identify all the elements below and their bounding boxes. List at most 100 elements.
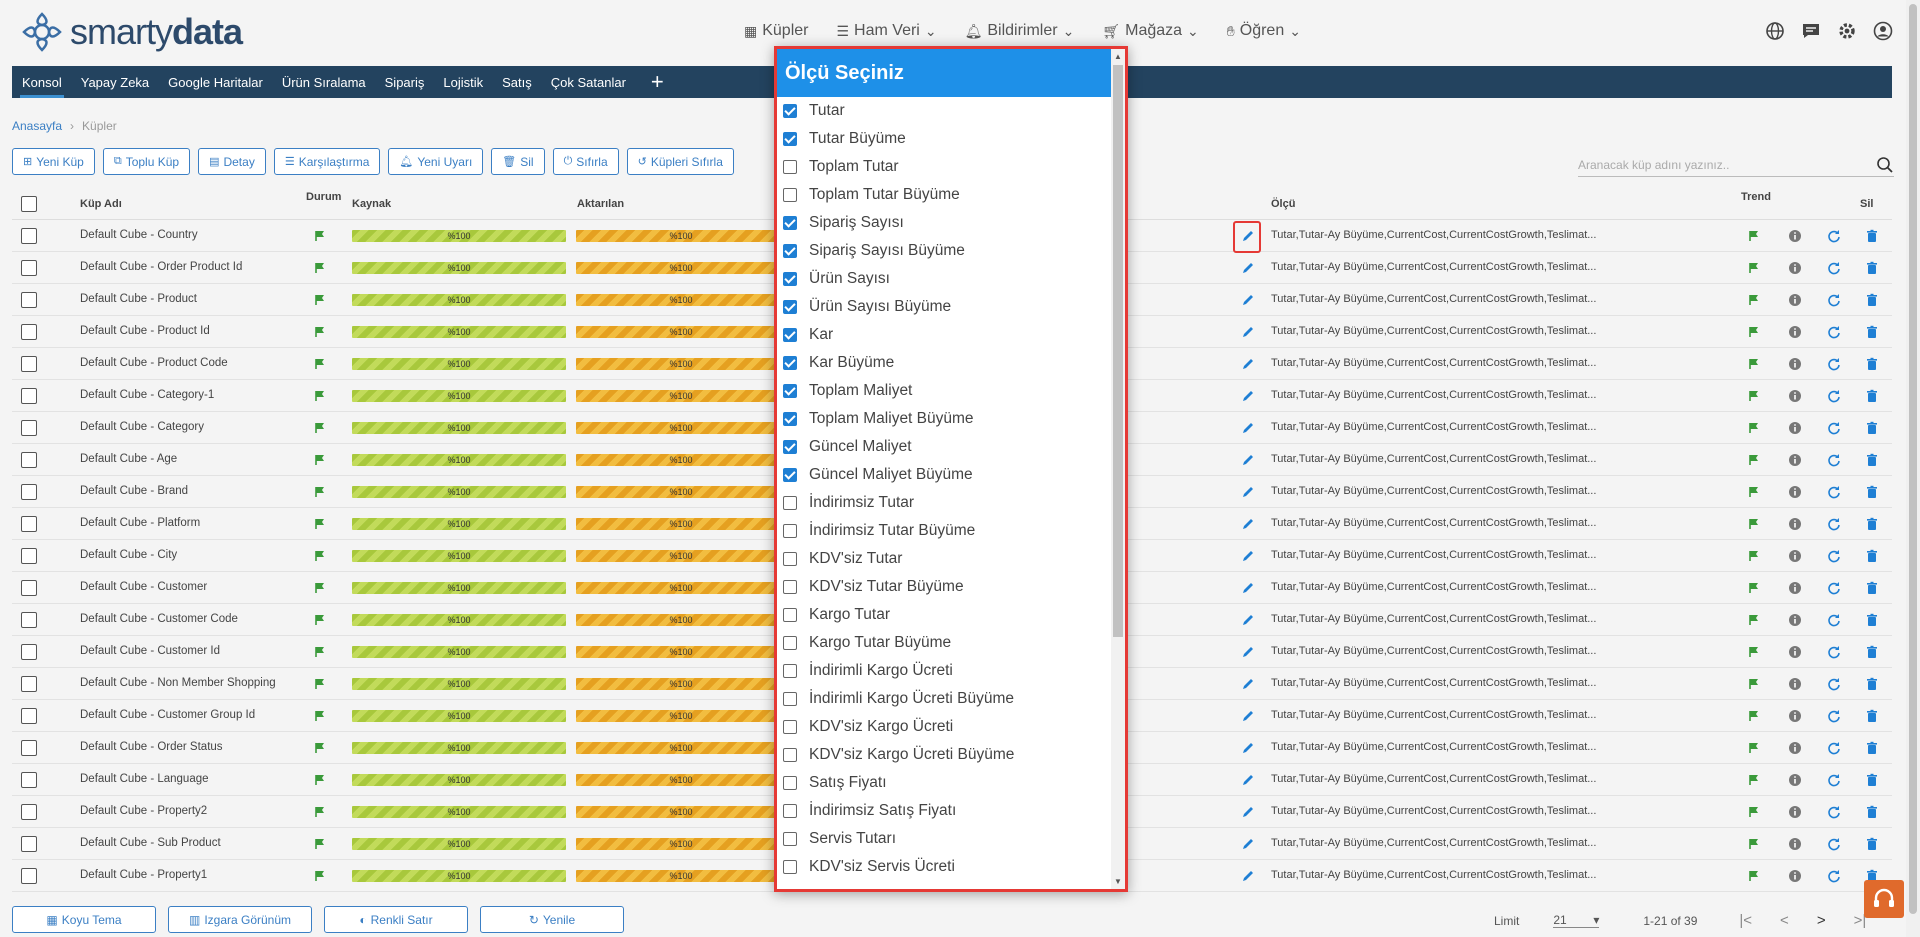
measure-option[interactable]: İndirimsiz Tutar <box>777 489 1111 517</box>
measure-checkbox[interactable] <box>783 748 797 762</box>
trend-flag-icon[interactable] <box>1748 390 1760 402</box>
measure-checkbox[interactable] <box>783 580 797 594</box>
trend-flag-icon[interactable] <box>1748 326 1760 338</box>
info-icon[interactable] <box>1788 549 1802 563</box>
trash-icon[interactable] <box>1865 517 1879 531</box>
edit-pencil-icon[interactable] <box>1241 581 1255 595</box>
measure-checkbox[interactable] <box>783 188 797 202</box>
trash-icon[interactable] <box>1865 325 1879 339</box>
sync-icon[interactable] <box>1827 357 1841 371</box>
trend-flag-icon[interactable] <box>1748 614 1760 626</box>
row-checkbox[interactable] <box>21 676 37 692</box>
info-icon[interactable] <box>1788 357 1802 371</box>
sync-icon[interactable] <box>1827 325 1841 339</box>
measure-option[interactable]: İndirimsiz Satış Fiyatı <box>777 797 1111 825</box>
nav-ogren[interactable]: ✋︎ Öğren ⌄ <box>1227 22 1301 40</box>
row-checkbox[interactable] <box>21 740 37 756</box>
measure-option[interactable]: Sipariş Sayısı <box>777 209 1111 237</box>
trash-icon[interactable] <box>1865 709 1879 723</box>
trash-icon[interactable] <box>1865 645 1879 659</box>
sync-icon[interactable] <box>1827 869 1841 883</box>
measure-checkbox[interactable] <box>783 832 797 846</box>
row-checkbox[interactable] <box>21 580 37 596</box>
row-checkbox[interactable] <box>21 644 37 660</box>
info-icon[interactable] <box>1788 293 1802 307</box>
measure-checkbox[interactable] <box>783 160 797 174</box>
measure-option[interactable]: Kargo Tutar <box>777 601 1111 629</box>
trash-icon[interactable] <box>1865 805 1879 819</box>
nav-magaza[interactable]: 🛒︎ Mağaza ⌄ <box>1102 22 1198 40</box>
info-icon[interactable] <box>1788 453 1802 467</box>
measure-checkbox[interactable] <box>783 692 797 706</box>
trend-flag-icon[interactable] <box>1748 710 1760 722</box>
measure-option[interactable]: Kar <box>777 321 1111 349</box>
breadcrumb-home[interactable]: Anasayfa <box>12 119 62 133</box>
info-icon[interactable] <box>1788 773 1802 787</box>
trend-flag-icon[interactable] <box>1748 838 1760 850</box>
sync-icon[interactable] <box>1827 613 1841 627</box>
measure-option[interactable]: Satış Fiyatı <box>777 769 1111 797</box>
info-icon[interactable] <box>1788 805 1802 819</box>
gear-icon[interactable] <box>1836 20 1858 42</box>
sync-icon[interactable] <box>1827 229 1841 243</box>
next-page-icon[interactable]: > <box>1817 912 1826 929</box>
measure-option[interactable]: Kargo Tutar Büyüme <box>777 629 1111 657</box>
measure-option[interactable]: Toplam Maliyet Büyüme <box>777 405 1111 433</box>
info-icon[interactable] <box>1788 421 1802 435</box>
row-checkbox[interactable] <box>21 452 37 468</box>
row-checkbox[interactable] <box>21 612 37 628</box>
cube-search[interactable]: Aranacak küp adını yazınız.. <box>1578 153 1894 177</box>
measure-option[interactable]: Kar Büyüme <box>777 349 1111 377</box>
trash-icon[interactable] <box>1865 389 1879 403</box>
dialog-scrollbar[interactable]: ▲ ▼ <box>1111 49 1125 889</box>
bulk-cube-button[interactable]: ⧉ Toplu Küp <box>102 148 191 175</box>
measure-checkbox[interactable] <box>783 608 797 622</box>
trash-icon[interactable] <box>1865 613 1879 627</box>
measure-checkbox[interactable] <box>783 552 797 566</box>
sync-icon[interactable] <box>1827 581 1841 595</box>
scroll-up-icon[interactable]: ▲ <box>1114 52 1122 61</box>
edit-pencil-icon[interactable] <box>1241 837 1255 851</box>
info-icon[interactable] <box>1788 645 1802 659</box>
info-icon[interactable] <box>1788 677 1802 691</box>
measure-checkbox[interactable] <box>783 524 797 538</box>
dark-theme-button[interactable]: ▦ Koyu Tema <box>12 906 156 933</box>
measure-checkbox[interactable] <box>783 216 797 230</box>
info-icon[interactable] <box>1788 581 1802 595</box>
sync-icon[interactable] <box>1827 453 1841 467</box>
info-icon[interactable] <box>1788 741 1802 755</box>
measure-option[interactable]: Tutar <box>777 97 1111 125</box>
measure-checkbox[interactable] <box>783 412 797 426</box>
support-chat-button[interactable] <box>1864 880 1904 918</box>
row-checkbox[interactable] <box>21 836 37 852</box>
measure-option[interactable]: İndirimsiz Tutar Büyüme <box>777 517 1111 545</box>
trash-icon[interactable] <box>1865 453 1879 467</box>
row-checkbox[interactable] <box>21 324 37 340</box>
trash-icon[interactable] <box>1865 421 1879 435</box>
sync-icon[interactable] <box>1827 741 1841 755</box>
tab-urun-siralama[interactable]: Ürün Sıralama <box>282 71 366 94</box>
trash-icon[interactable] <box>1865 741 1879 755</box>
first-page-icon[interactable]: |< <box>1739 912 1752 929</box>
measure-option[interactable]: Sipariş Sayısı Büyüme <box>777 237 1111 265</box>
globe-icon[interactable] <box>1764 20 1786 42</box>
row-checkbox[interactable] <box>21 228 37 244</box>
measure-checkbox[interactable] <box>783 440 797 454</box>
select-all-checkbox[interactable] <box>21 196 37 212</box>
row-checkbox[interactable] <box>21 356 37 372</box>
trash-icon[interactable] <box>1865 677 1879 691</box>
sync-icon[interactable] <box>1827 709 1841 723</box>
new-alert-button[interactable]: 🔔︎ Yeni Uyarı <box>388 148 484 175</box>
compare-button[interactable]: ☰ Karşılaştırma <box>273 148 381 175</box>
search-input[interactable]: Aranacak küp adını yazınız.. <box>1578 158 1876 172</box>
trend-flag-icon[interactable] <box>1748 646 1760 658</box>
sync-icon[interactable] <box>1827 261 1841 275</box>
row-checkbox[interactable] <box>21 548 37 564</box>
search-icon[interactable] <box>1876 156 1894 174</box>
info-icon[interactable] <box>1788 709 1802 723</box>
measure-option[interactable]: İndirimli Kargo Ücreti Büyüme <box>777 685 1111 713</box>
tab-cok-satanlar[interactable]: Çok Satanlar <box>551 71 626 94</box>
sync-icon[interactable] <box>1827 805 1841 819</box>
edit-pencil-icon[interactable] <box>1241 453 1255 467</box>
grid-view-button[interactable]: ▥ Izgara Görünüm <box>168 906 312 933</box>
